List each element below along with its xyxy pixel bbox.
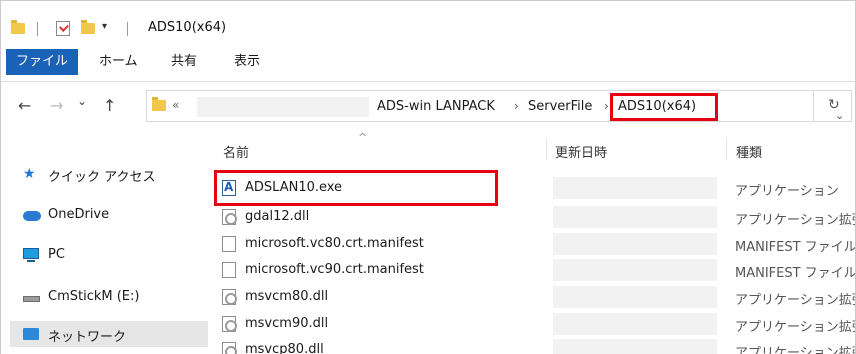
column-divider[interactable] xyxy=(726,138,727,160)
file-type: MANIFEST ファイル xyxy=(735,266,856,281)
column-header-type[interactable]: 種類 xyxy=(736,142,762,161)
quick-access-star-icon: ★ xyxy=(23,166,36,182)
tab-home[interactable]: ホーム xyxy=(99,49,138,75)
back-button[interactable]: ← xyxy=(18,96,31,115)
column-header-name[interactable]: 名前 xyxy=(223,142,249,161)
title-divider xyxy=(127,22,128,36)
file-row[interactable]: microsoft.vc90.crt.manifest MANIFEST ファイ… xyxy=(219,259,855,281)
sidebar-item-label: PC xyxy=(48,247,65,262)
dll-file-icon xyxy=(222,209,237,225)
tab-share[interactable]: 共有 xyxy=(171,49,197,75)
file-row[interactable]: msvcp80.dll アプリケーション拡張 xyxy=(219,339,855,354)
quick-toolbar-divider xyxy=(37,22,38,36)
onedrive-cloud-icon xyxy=(23,211,41,221)
file-name: msvcp80.dll xyxy=(245,342,324,354)
breadcrumb-separator[interactable]: › xyxy=(514,99,519,113)
file-row[interactable]: gdal12.dll アプリケーション拡張 xyxy=(219,206,855,228)
redacted-date-cell xyxy=(553,286,717,308)
sidebar-item-pc[interactable]: PC xyxy=(15,242,205,268)
forward-button[interactable]: → xyxy=(50,96,63,115)
file-type: MANIFEST ファイル xyxy=(735,240,856,255)
address-bar[interactable]: « ADS-win LANPACK › ServerFile › ADS10(x… xyxy=(146,90,844,122)
file-row[interactable]: microsoft.vc80.crt.manifest MANIFEST ファイ… xyxy=(219,233,855,255)
redacted-path-segment xyxy=(197,97,369,117)
up-button[interactable]: ↑ xyxy=(103,96,116,115)
file-type: アプリケーション拡張 xyxy=(735,213,856,228)
manifest-file-icon xyxy=(222,262,236,278)
column-header-date[interactable]: 更新日時 xyxy=(555,142,607,161)
customize-toolbar-dropdown[interactable]: ▾ xyxy=(102,21,107,32)
breadcrumb-serverfile[interactable]: ServerFile xyxy=(528,99,592,114)
file-type: アプリケーション拡張 xyxy=(735,346,856,354)
file-type: アプリケーション拡張 xyxy=(735,320,856,335)
sidebar-item-cmstickm[interactable]: CmStickM (E:) xyxy=(15,284,205,310)
file-name: msvcm90.dll xyxy=(245,316,329,331)
properties-check-icon[interactable] xyxy=(56,21,70,36)
file-name: gdal12.dll xyxy=(245,209,310,224)
file-type: アプリケーション拡張 xyxy=(735,293,856,308)
redacted-date-cell xyxy=(553,233,717,255)
navigation-bar: ← → ⌄ ↑ « ADS-win LANPACK › ServerFile ›… xyxy=(0,82,856,132)
redacted-date-cell xyxy=(553,339,717,354)
breadcrumb-separator[interactable]: › xyxy=(604,99,609,113)
sidebar-item-network[interactable]: ネットワーク xyxy=(10,321,208,347)
new-folder-icon[interactable] xyxy=(81,20,95,34)
manifest-file-icon xyxy=(222,236,236,252)
redacted-date-cell xyxy=(553,206,717,228)
target-file-highlight xyxy=(214,170,498,206)
sidebar-item-label: クイック アクセス xyxy=(48,170,156,185)
column-divider[interactable] xyxy=(546,138,547,160)
file-row[interactable]: msvcm90.dll アプリケーション拡張 xyxy=(219,313,855,335)
dll-file-icon xyxy=(222,342,237,354)
explorer-body: ★ クイック アクセス OneDrive PC CmStickM (E:) ネッ… xyxy=(0,132,856,354)
folder-icon xyxy=(11,20,25,34)
tab-view[interactable]: 表示 xyxy=(234,49,260,75)
tab-file[interactable]: ファイル xyxy=(6,49,78,75)
pc-monitor-icon xyxy=(23,248,39,262)
folder-icon xyxy=(152,97,166,111)
dll-file-icon xyxy=(222,289,237,305)
sort-ascending-icon: ^ xyxy=(358,132,368,144)
recent-locations-button[interactable]: ⌄ xyxy=(77,94,87,108)
dll-file-icon xyxy=(222,316,237,332)
file-name: microsoft.vc80.crt.manifest xyxy=(245,236,424,251)
refresh-icon: ↻ xyxy=(828,97,840,113)
breadcrumb-ads-win-lanpack[interactable]: ADS-win LANPACK xyxy=(377,99,495,114)
title-bar: ▾ ADS10(x64) xyxy=(0,0,856,46)
window-title: ADS10(x64) xyxy=(148,20,227,35)
refresh-button[interactable]: ↻ xyxy=(814,90,852,122)
sidebar-item-label: CmStickM (E:) xyxy=(48,289,140,304)
current-folder-highlight xyxy=(610,93,718,121)
file-name: microsoft.vc90.crt.manifest xyxy=(245,262,424,277)
ribbon-tabs: ファイル ホーム 共有 表示 xyxy=(0,46,856,82)
redacted-date-cell xyxy=(553,177,717,199)
file-type: アプリケーション xyxy=(735,184,839,199)
redacted-date-cell xyxy=(553,313,717,335)
overflow-chevron-icon[interactable]: « xyxy=(172,98,179,112)
file-name: msvcm80.dll xyxy=(245,289,329,304)
sidebar-item-label: OneDrive xyxy=(48,207,110,222)
sidebar-item-quick-access[interactable]: ★ クイック アクセス xyxy=(15,161,205,187)
file-row[interactable]: msvcm80.dll アプリケーション拡張 xyxy=(219,286,855,308)
sidebar-item-onedrive[interactable]: OneDrive xyxy=(15,202,205,228)
redacted-date-cell xyxy=(553,259,717,281)
sidebar-item-label: ネットワーク xyxy=(48,330,127,345)
usb-drive-icon xyxy=(23,296,40,302)
network-icon xyxy=(23,328,39,340)
